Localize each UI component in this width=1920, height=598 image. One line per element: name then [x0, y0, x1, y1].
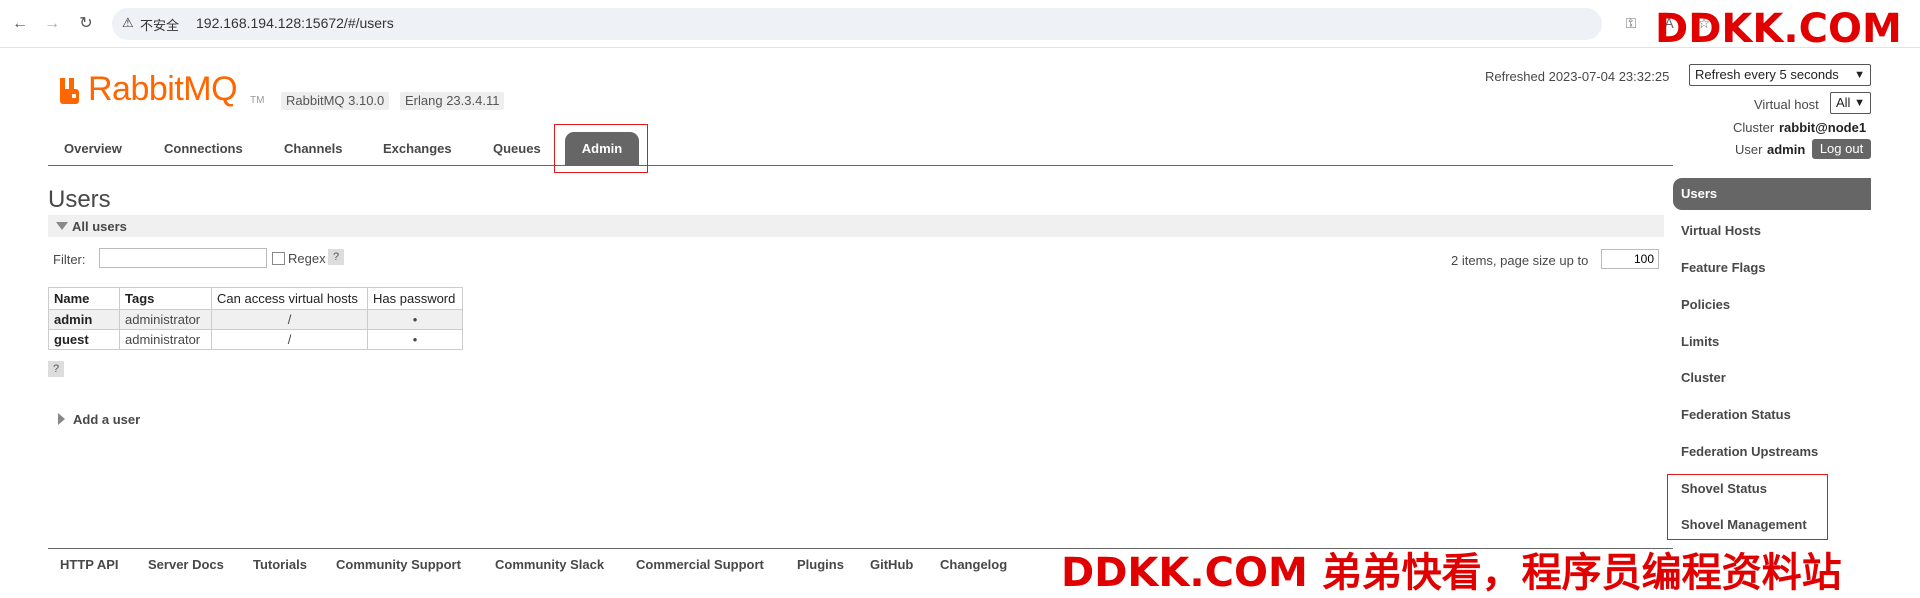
table-row[interactable]: admin administrator / •: [48, 309, 463, 330]
reload-icon[interactable]: ↻: [76, 14, 96, 34]
sidebar-item-feature-flags[interactable]: Feature Flags: [1673, 252, 1871, 284]
sidebar-item-policies[interactable]: Policies: [1673, 289, 1871, 321]
vhost-select[interactable]: All ▼: [1830, 92, 1871, 114]
version-badge: RabbitMQ 3.10.0: [281, 92, 390, 110]
footer-link-http-api[interactable]: HTTP API: [60, 557, 119, 572]
sidebar-item-federation-status[interactable]: Federation Status: [1673, 399, 1871, 431]
refresh-interval-value: Refresh every 5 seconds: [1695, 67, 1839, 82]
sidebar-item-virtual-hosts[interactable]: Virtual Hosts: [1673, 215, 1871, 247]
browser-toolbar: ← → ↻ ⚠ 不安全 192.168.194.128:15672/#/user…: [0, 0, 1920, 48]
table-row[interactable]: guest administrator / •: [48, 329, 463, 350]
footer-link-changelog[interactable]: Changelog: [940, 557, 1007, 572]
footer-link-server-docs[interactable]: Server Docs: [148, 557, 224, 572]
tab-divider: [48, 165, 1673, 166]
users-table: Name Tags Can access virtual hosts Has p…: [48, 287, 463, 350]
user-tags: administrator: [119, 329, 212, 350]
user-name-link[interactable]: admin: [48, 309, 120, 330]
watermark-bottom: DDKK.COM 弟弟快看，程序员编程资料站: [1061, 550, 1842, 596]
user-name: admin: [1767, 142, 1806, 157]
sidebar-item-federation-upstreams[interactable]: Federation Upstreams: [1673, 436, 1871, 468]
col-vhosts[interactable]: Can access virtual hosts: [211, 287, 368, 310]
tab-overview[interactable]: Overview: [50, 134, 136, 164]
tab-channels[interactable]: Channels: [270, 134, 357, 164]
chevron-down-icon: ▼: [1854, 97, 1865, 109]
tab-connections[interactable]: Connections: [150, 134, 257, 164]
refresh-interval-select[interactable]: Refresh every 5 seconds ▼: [1689, 64, 1871, 86]
regex-help-button[interactable]: ?: [328, 249, 344, 265]
watermark-top: DDKK.COM: [1655, 6, 1902, 52]
rabbit-logo-icon: [60, 78, 79, 104]
user-vhosts: /: [211, 329, 368, 350]
user-tags: administrator: [119, 309, 212, 330]
forward-arrow-icon[interactable]: →: [42, 14, 62, 34]
regex-checkbox[interactable]: [272, 252, 285, 265]
user-label: User: [1735, 142, 1763, 157]
add-user-toggle[interactable]: Add a user: [73, 412, 140, 427]
user-has-password: •: [367, 309, 463, 330]
cluster-label: Cluster: [1733, 120, 1775, 135]
logo-text: RabbitMQ: [88, 70, 238, 108]
back-arrow-icon[interactable]: ←: [10, 14, 30, 34]
col-has-password[interactable]: Has password: [367, 287, 463, 310]
collapse-triangle-icon: [56, 222, 68, 230]
cluster-name: rabbit@node1: [1779, 120, 1867, 135]
filter-input[interactable]: [99, 248, 267, 268]
col-tags[interactable]: Tags: [119, 287, 212, 310]
url-text[interactable]: 192.168.194.128:15672/#/users: [196, 15, 394, 31]
col-name[interactable]: Name: [48, 287, 120, 310]
chevron-down-icon: ▼: [1854, 69, 1865, 81]
erlang-badge: Erlang 23.3.4.11: [400, 92, 505, 110]
highlight-box-admin: [554, 124, 648, 173]
user-vhosts: /: [211, 309, 368, 330]
logout-button[interactable]: Log out: [1812, 139, 1871, 159]
table-help-button[interactable]: ?: [48, 361, 64, 377]
table-header-row: Name Tags Can access virtual hosts Has p…: [48, 287, 463, 310]
filter-label: Filter:: [53, 252, 86, 267]
vhost-value: All: [1836, 95, 1851, 110]
user-has-password: •: [367, 329, 463, 350]
vhost-label: Virtual host: [1754, 97, 1819, 112]
key-icon[interactable]: ⚿: [1622, 14, 1640, 32]
sidebar-item-limits[interactable]: Limits: [1673, 326, 1871, 358]
tab-exchanges[interactable]: Exchanges: [369, 134, 466, 164]
regex-label: Regex: [288, 251, 326, 266]
tab-queues[interactable]: Queues: [479, 134, 555, 164]
page-title: Users: [48, 186, 111, 213]
sidebar-item-users[interactable]: Users: [1673, 178, 1871, 210]
warning-icon[interactable]: ⚠: [122, 15, 134, 31]
page-size-input[interactable]: [1601, 249, 1659, 269]
section-title: All users: [72, 219, 127, 234]
expand-triangle-icon[interactable]: [58, 413, 65, 425]
paging-label: 2 items, page size up to: [1451, 253, 1589, 268]
footer-link-github[interactable]: GitHub: [870, 557, 913, 572]
logo-tm: TM: [250, 95, 265, 106]
user-name-link[interactable]: guest: [48, 329, 120, 350]
insecure-label[interactable]: 不安全: [140, 15, 179, 34]
sidebar-item-cluster[interactable]: Cluster: [1673, 362, 1871, 394]
refreshed-text: Refreshed 2023-07-04 23:32:25: [1485, 69, 1670, 84]
footer-link-tutorials[interactable]: Tutorials: [253, 557, 307, 572]
footer-link-commercial-support[interactable]: Commercial Support: [636, 557, 764, 572]
footer-link-plugins[interactable]: Plugins: [797, 557, 844, 572]
highlight-box-shovel: [1667, 474, 1828, 540]
footer-link-community-slack[interactable]: Community Slack: [495, 557, 604, 572]
all-users-section-header[interactable]: All users: [48, 215, 1664, 237]
footer-link-community-support[interactable]: Community Support: [336, 557, 461, 572]
